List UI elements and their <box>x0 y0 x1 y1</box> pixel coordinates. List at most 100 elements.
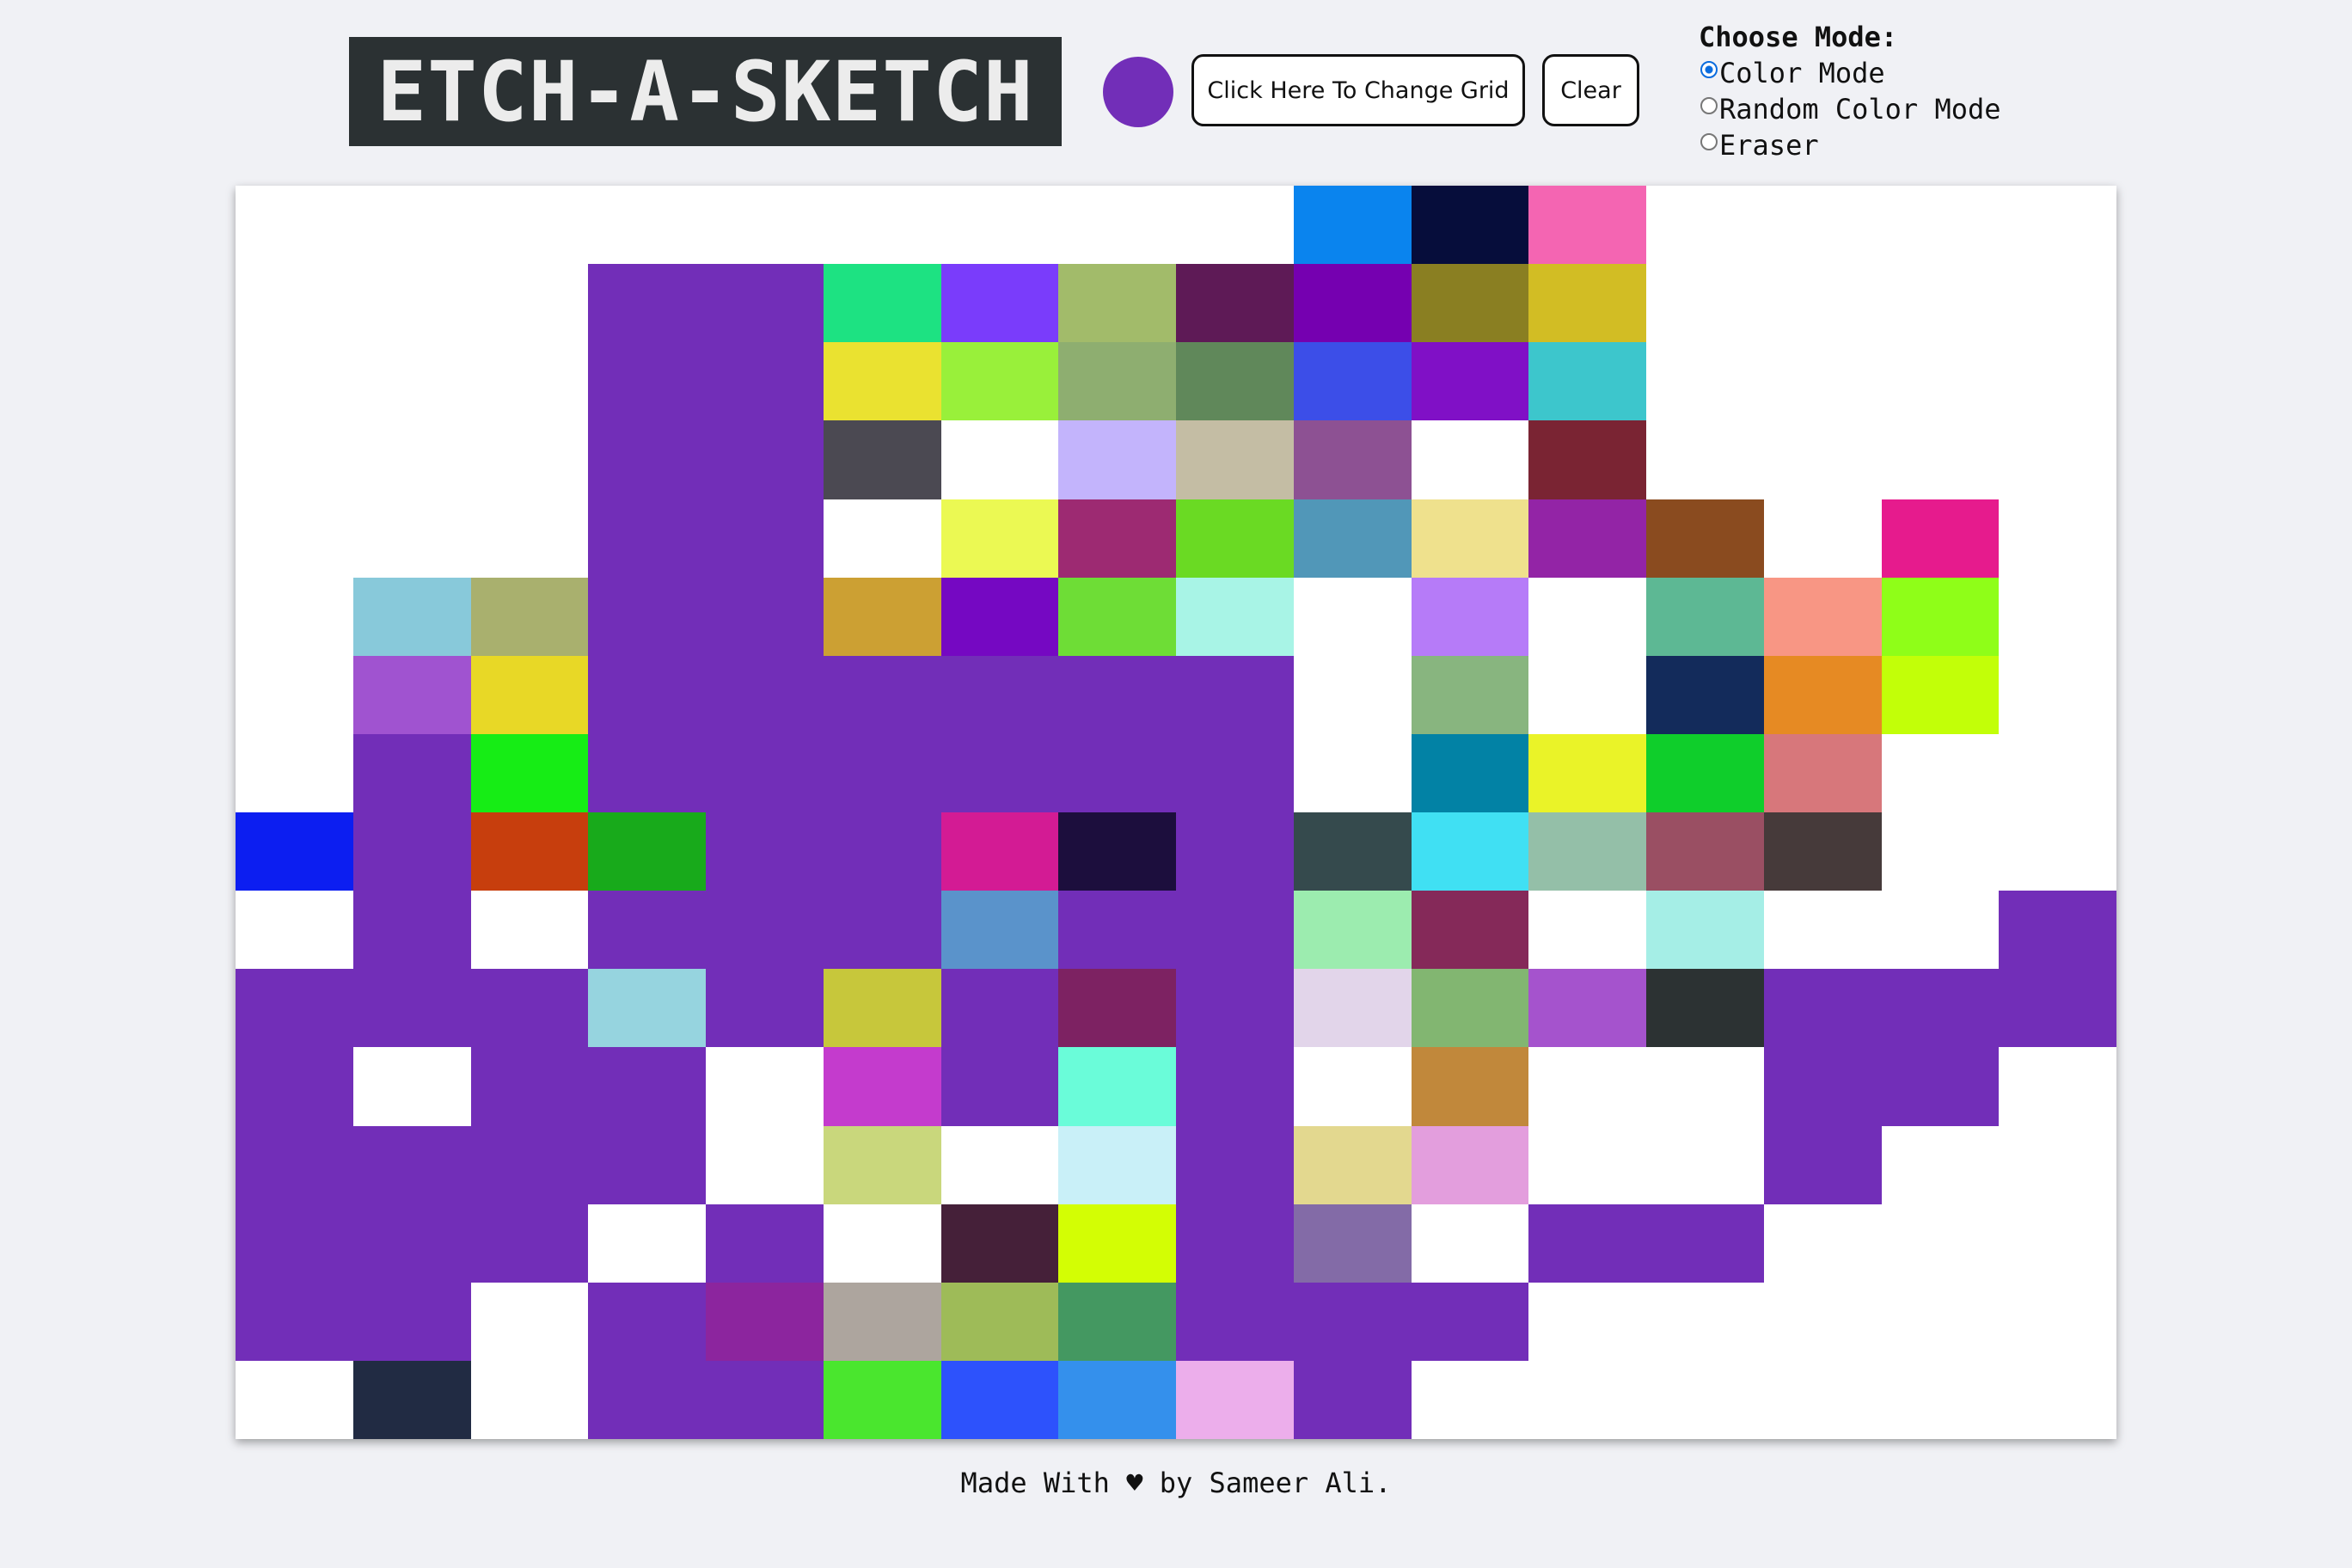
grid-cell[interactable] <box>352 577 471 656</box>
mode-option-random[interactable]: Random Color Mode <box>1699 91 2001 127</box>
grid-cell[interactable] <box>1646 1047 1764 1126</box>
grid-cell[interactable] <box>1058 812 1176 891</box>
grid-cell[interactable] <box>588 1282 706 1361</box>
grid-cell[interactable] <box>1058 1360 1176 1439</box>
grid-cell[interactable] <box>706 186 824 265</box>
grid-cell[interactable] <box>1999 733 2116 812</box>
grid-cell[interactable] <box>1646 577 1764 656</box>
grid-cell[interactable] <box>352 342 471 421</box>
color-picker[interactable] <box>1103 57 1173 127</box>
grid-cell[interactable] <box>1058 420 1176 499</box>
grid-cell[interactable] <box>1176 812 1294 891</box>
grid-cell[interactable] <box>1411 420 1529 499</box>
grid-cell[interactable] <box>1763 1204 1882 1283</box>
grid-cell[interactable] <box>1646 1125 1764 1204</box>
grid-cell[interactable] <box>706 1125 824 1204</box>
grid-cell[interactable] <box>1176 577 1294 656</box>
grid-cell[interactable] <box>236 1204 353 1283</box>
grid-cell[interactable] <box>706 420 824 499</box>
grid-cell[interactable] <box>1411 1360 1529 1439</box>
grid-cell[interactable] <box>823 420 941 499</box>
grid-cell[interactable] <box>706 1360 824 1439</box>
grid-cell[interactable] <box>1411 1125 1529 1204</box>
grid-cell[interactable] <box>588 499 706 578</box>
grid-cell[interactable] <box>1528 342 1646 421</box>
grid-cell[interactable] <box>1999 420 2116 499</box>
grid-cell[interactable] <box>1176 342 1294 421</box>
grid-cell[interactable] <box>1411 264 1529 343</box>
grid-cell[interactable] <box>1058 1204 1176 1283</box>
grid-cell[interactable] <box>470 1360 589 1439</box>
grid-cell[interactable] <box>1293 1360 1412 1439</box>
grid-cell[interactable] <box>823 891 941 970</box>
grid-cell[interactable] <box>1881 733 2000 812</box>
grid-cell[interactable] <box>1763 499 1882 578</box>
grid-cell[interactable] <box>1646 733 1764 812</box>
grid-cell[interactable] <box>940 264 1059 343</box>
grid-cell[interactable] <box>470 812 589 891</box>
grid-cell[interactable] <box>940 342 1059 421</box>
grid-cell[interactable] <box>1999 499 2116 578</box>
grid-cell[interactable] <box>1058 577 1176 656</box>
grid-cell[interactable] <box>823 264 941 343</box>
grid-cell[interactable] <box>1176 1125 1294 1204</box>
grid-cell[interactable] <box>470 733 589 812</box>
mode-option-eraser[interactable]: Eraser <box>1699 127 2001 163</box>
grid-cell[interactable] <box>236 1360 353 1439</box>
grid-cell[interactable] <box>1763 812 1882 891</box>
grid-cell[interactable] <box>236 1047 353 1126</box>
grid-cell[interactable] <box>1528 891 1646 970</box>
grid-cell[interactable] <box>823 342 941 421</box>
grid-cell[interactable] <box>236 655 353 734</box>
grid-cell[interactable] <box>823 577 941 656</box>
grid-cell[interactable] <box>1293 891 1412 970</box>
grid-cell[interactable] <box>588 969 706 1048</box>
grid-cell[interactable] <box>1999 812 2116 891</box>
grid-cell[interactable] <box>1763 1047 1882 1126</box>
grid-cell[interactable] <box>1411 1204 1529 1283</box>
grid-cell[interactable] <box>236 186 353 265</box>
grid-cell[interactable] <box>1646 1204 1764 1283</box>
grid-cell[interactable] <box>1763 1282 1882 1361</box>
grid-cell[interactable] <box>1763 733 1882 812</box>
grid-cell[interactable] <box>940 1360 1059 1439</box>
grid-cell[interactable] <box>1411 1282 1529 1361</box>
grid-cell[interactable] <box>1293 733 1412 812</box>
grid-cell[interactable] <box>940 420 1059 499</box>
grid-cell[interactable] <box>1293 342 1412 421</box>
grid-cell[interactable] <box>1528 1360 1646 1439</box>
grid-cell[interactable] <box>236 342 353 421</box>
grid-cell[interactable] <box>1881 1204 2000 1283</box>
grid-cell[interactable] <box>1763 420 1882 499</box>
grid-cell[interactable] <box>1763 1360 1882 1439</box>
grid-cell[interactable] <box>1881 891 2000 970</box>
grid-cell[interactable] <box>940 1047 1059 1126</box>
grid-cell[interactable] <box>1058 499 1176 578</box>
grid-cell[interactable] <box>352 1204 471 1283</box>
grid-cell[interactable] <box>823 733 941 812</box>
grid-cell[interactable] <box>1176 891 1294 970</box>
grid-cell[interactable] <box>706 655 824 734</box>
grid-cell[interactable] <box>1646 420 1764 499</box>
grid-cell[interactable] <box>1293 577 1412 656</box>
grid-cell[interactable] <box>1881 186 2000 265</box>
grid-cell[interactable] <box>236 969 353 1048</box>
grid-cell[interactable] <box>1881 655 2000 734</box>
grid-cell[interactable] <box>236 499 353 578</box>
grid-cell[interactable] <box>940 733 1059 812</box>
grid-cell[interactable] <box>1881 1125 2000 1204</box>
grid-cell[interactable] <box>1999 264 2116 343</box>
grid-cell[interactable] <box>1176 420 1294 499</box>
grid-cell[interactable] <box>940 969 1059 1048</box>
grid-cell[interactable] <box>1176 969 1294 1048</box>
grid-cell[interactable] <box>706 1282 824 1361</box>
grid-cell[interactable] <box>352 733 471 812</box>
grid-cell[interactable] <box>706 577 824 656</box>
grid-cell[interactable] <box>470 342 589 421</box>
grid-cell[interactable] <box>1411 655 1529 734</box>
grid-cell[interactable] <box>823 1204 941 1283</box>
color-mode-radio[interactable] <box>1700 61 1718 78</box>
grid-cell[interactable] <box>1176 1360 1294 1439</box>
grid-cell[interactable] <box>1999 655 2116 734</box>
grid-cell[interactable] <box>1646 342 1764 421</box>
